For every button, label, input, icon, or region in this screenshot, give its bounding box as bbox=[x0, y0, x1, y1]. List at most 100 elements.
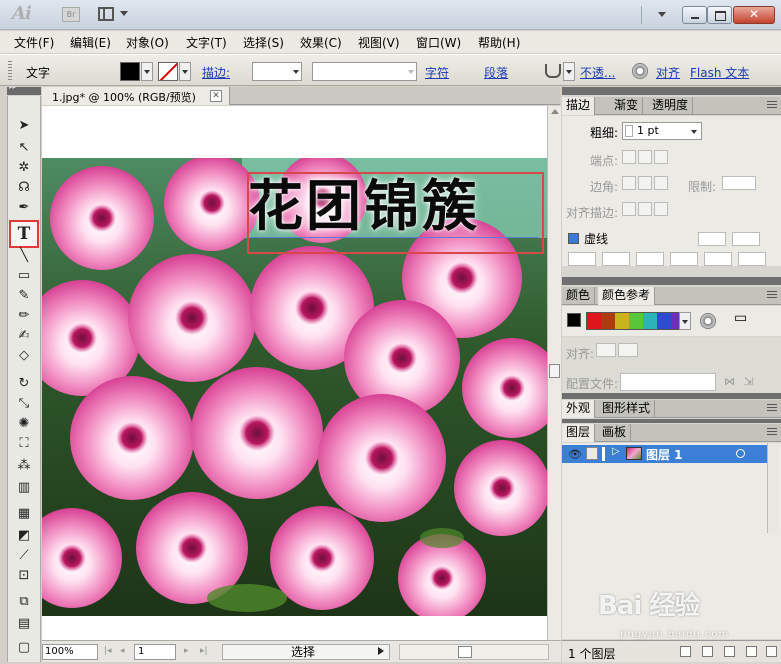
harmony-rules-strip[interactable] bbox=[586, 312, 686, 330]
font-family-input[interactable] bbox=[312, 62, 417, 81]
gradient-tool-icon[interactable]: ◩ bbox=[13, 526, 35, 546]
panel-dock-header[interactable] bbox=[562, 87, 781, 95]
cap-buttons[interactable] bbox=[622, 150, 670, 166]
minimize-button[interactable] bbox=[682, 6, 707, 24]
panel-menu-icon[interactable] bbox=[767, 291, 777, 299]
character-link[interactable]: 字符 bbox=[425, 64, 449, 81]
free-transform-tool-icon[interactable]: ⛶ bbox=[13, 434, 35, 454]
dashed-line-checkbox[interactable] bbox=[568, 233, 579, 244]
harmony-dropdown[interactable] bbox=[679, 312, 691, 330]
status-mode[interactable]: 选择 bbox=[222, 644, 390, 660]
dash-field-2[interactable] bbox=[636, 252, 664, 266]
spinner-icon[interactable] bbox=[625, 125, 633, 137]
align-stroke-buttons[interactable] bbox=[622, 202, 670, 218]
locate-object-icon[interactable] bbox=[680, 646, 691, 657]
zoom-select[interactable]: 100% bbox=[42, 644, 98, 660]
column-graph-tool-icon[interactable]: ▥ bbox=[13, 478, 35, 498]
menu-window[interactable]: 窗口(W) bbox=[416, 34, 461, 51]
arrange-documents-button[interactable] bbox=[98, 6, 132, 24]
glyph-icon[interactable] bbox=[545, 64, 561, 78]
align-link[interactable]: 对齐 bbox=[656, 64, 680, 81]
menu-view[interactable]: 视图(V) bbox=[358, 34, 400, 51]
target-icon[interactable] bbox=[736, 449, 745, 458]
panel-menu-icon[interactable] bbox=[767, 101, 777, 109]
scroll-up-icon[interactable] bbox=[551, 109, 559, 114]
fill-color-swatch[interactable] bbox=[120, 62, 140, 81]
paragraph-link[interactable]: 段落 bbox=[484, 64, 508, 81]
canvas-horizontal-scrollbar[interactable] bbox=[399, 644, 549, 660]
fill-dropdown[interactable] bbox=[141, 62, 153, 81]
flash-text-link[interactable]: Flash 文本 bbox=[690, 64, 749, 81]
scale-tool-icon[interactable]: ⤡ bbox=[13, 394, 35, 414]
menu-help[interactable]: 帮助(H) bbox=[478, 34, 520, 51]
symbol-sprayer-tool-icon[interactable]: ⁂ bbox=[13, 456, 35, 476]
panel-menu-icon[interactable] bbox=[767, 404, 777, 412]
blob-brush-tool-icon[interactable]: ✍ bbox=[13, 326, 35, 346]
close-icon[interactable]: ✕ bbox=[210, 90, 222, 102]
zoom-graph-tool-icon[interactable]: ▤ bbox=[13, 614, 35, 634]
magic-wand-tool-icon[interactable]: ✲ bbox=[13, 158, 35, 178]
chevron-down-icon[interactable] bbox=[691, 130, 697, 134]
pen-tool-icon[interactable]: ✒ bbox=[13, 198, 35, 218]
last-artboard-button[interactable]: ▸| bbox=[200, 645, 210, 658]
menu-file[interactable]: 文件(F) bbox=[14, 34, 54, 51]
menu-effect[interactable]: 效果(C) bbox=[300, 34, 342, 51]
eraser-tool-icon[interactable]: ◇ bbox=[13, 346, 35, 366]
rectangle-tool-icon[interactable]: ▭ bbox=[13, 266, 35, 286]
panel-menu-icon[interactable] bbox=[767, 428, 777, 436]
style-dropdown[interactable] bbox=[563, 62, 575, 81]
eye-icon[interactable]: 👁 bbox=[568, 448, 582, 461]
save-color-group-icon[interactable]: ▭ bbox=[734, 310, 747, 326]
tab-color[interactable]: 颜色 bbox=[562, 287, 596, 305]
close-button[interactable]: ✕ bbox=[733, 6, 775, 24]
profile-select[interactable] bbox=[620, 373, 716, 391]
flip-icon[interactable]: ⋈ bbox=[724, 375, 735, 388]
new-layer-icon[interactable] bbox=[746, 646, 757, 657]
edit-colors-icon[interactable] bbox=[700, 313, 716, 329]
first-artboard-button[interactable]: |◂ bbox=[104, 645, 114, 658]
stroke-weight-field[interactable]: 1 pt bbox=[622, 122, 702, 140]
stroke-weight-input[interactable] bbox=[252, 62, 302, 81]
pencil-tool-icon[interactable]: ✏ bbox=[13, 306, 35, 326]
menu-type[interactable]: 文字(T) bbox=[186, 34, 227, 51]
trash-icon[interactable] bbox=[766, 646, 777, 657]
selection-tool-icon[interactable]: ➤ bbox=[13, 116, 35, 136]
tab-artboards[interactable]: 画板 bbox=[598, 424, 632, 442]
blend-tool-icon[interactable]: ⊡ bbox=[13, 566, 35, 586]
stroke-color-swatch[interactable] bbox=[158, 62, 178, 81]
appearance-dock-header[interactable] bbox=[562, 393, 781, 399]
toolbox-header[interactable] bbox=[7, 83, 41, 95]
workspace-chevron-down-icon[interactable] bbox=[658, 12, 666, 17]
dash-field-3[interactable] bbox=[704, 252, 732, 266]
lasso-tool-icon[interactable]: ☊ bbox=[13, 178, 35, 198]
corner-buttons[interactable] bbox=[622, 176, 670, 192]
type-tool-icon[interactable]: T bbox=[9, 220, 39, 248]
tab-transparency[interactable]: 透明度 bbox=[648, 97, 694, 115]
color-dock-header[interactable] bbox=[562, 277, 781, 285]
new-sublayer-icon[interactable] bbox=[724, 646, 735, 657]
limit-field[interactable] bbox=[722, 176, 756, 190]
canvas-vertical-scrollbar[interactable] bbox=[547, 106, 561, 640]
tab-stroke[interactable]: 描边 bbox=[562, 97, 596, 115]
rotate-tool-icon[interactable]: ↻ bbox=[13, 374, 35, 394]
layers-dock-header[interactable] bbox=[562, 419, 781, 423]
dash-style-2[interactable] bbox=[732, 232, 760, 246]
tab-color-guide[interactable]: 颜色参考 bbox=[598, 287, 656, 305]
warp-tool-icon[interactable]: ✺ bbox=[13, 414, 35, 434]
hscroll-thumb[interactable] bbox=[458, 646, 472, 658]
make-clipping-mask-icon[interactable] bbox=[702, 646, 713, 657]
gap-field-1[interactable] bbox=[602, 252, 630, 266]
dash-style-1[interactable] bbox=[698, 232, 726, 246]
expand-arrow-icon[interactable]: ▷ bbox=[612, 446, 620, 457]
direct-selection-tool-icon[interactable]: ↖ bbox=[13, 138, 35, 158]
layers-scrollbar[interactable] bbox=[767, 443, 779, 533]
stroke-dropdown[interactable] bbox=[179, 62, 191, 81]
maximize-button[interactable] bbox=[707, 6, 732, 24]
previous-artboard-button[interactable]: ◂ bbox=[120, 645, 130, 658]
opacity-link[interactable]: 不透... bbox=[580, 64, 615, 81]
tab-layers[interactable]: 图层 bbox=[562, 424, 596, 442]
lock-toggle[interactable] bbox=[586, 447, 598, 460]
mesh-tool-icon[interactable]: ▦ bbox=[13, 504, 35, 524]
tab-graphic-styles[interactable]: 图形样式 bbox=[598, 400, 656, 418]
stroke-link[interactable]: 描边: bbox=[202, 64, 230, 81]
